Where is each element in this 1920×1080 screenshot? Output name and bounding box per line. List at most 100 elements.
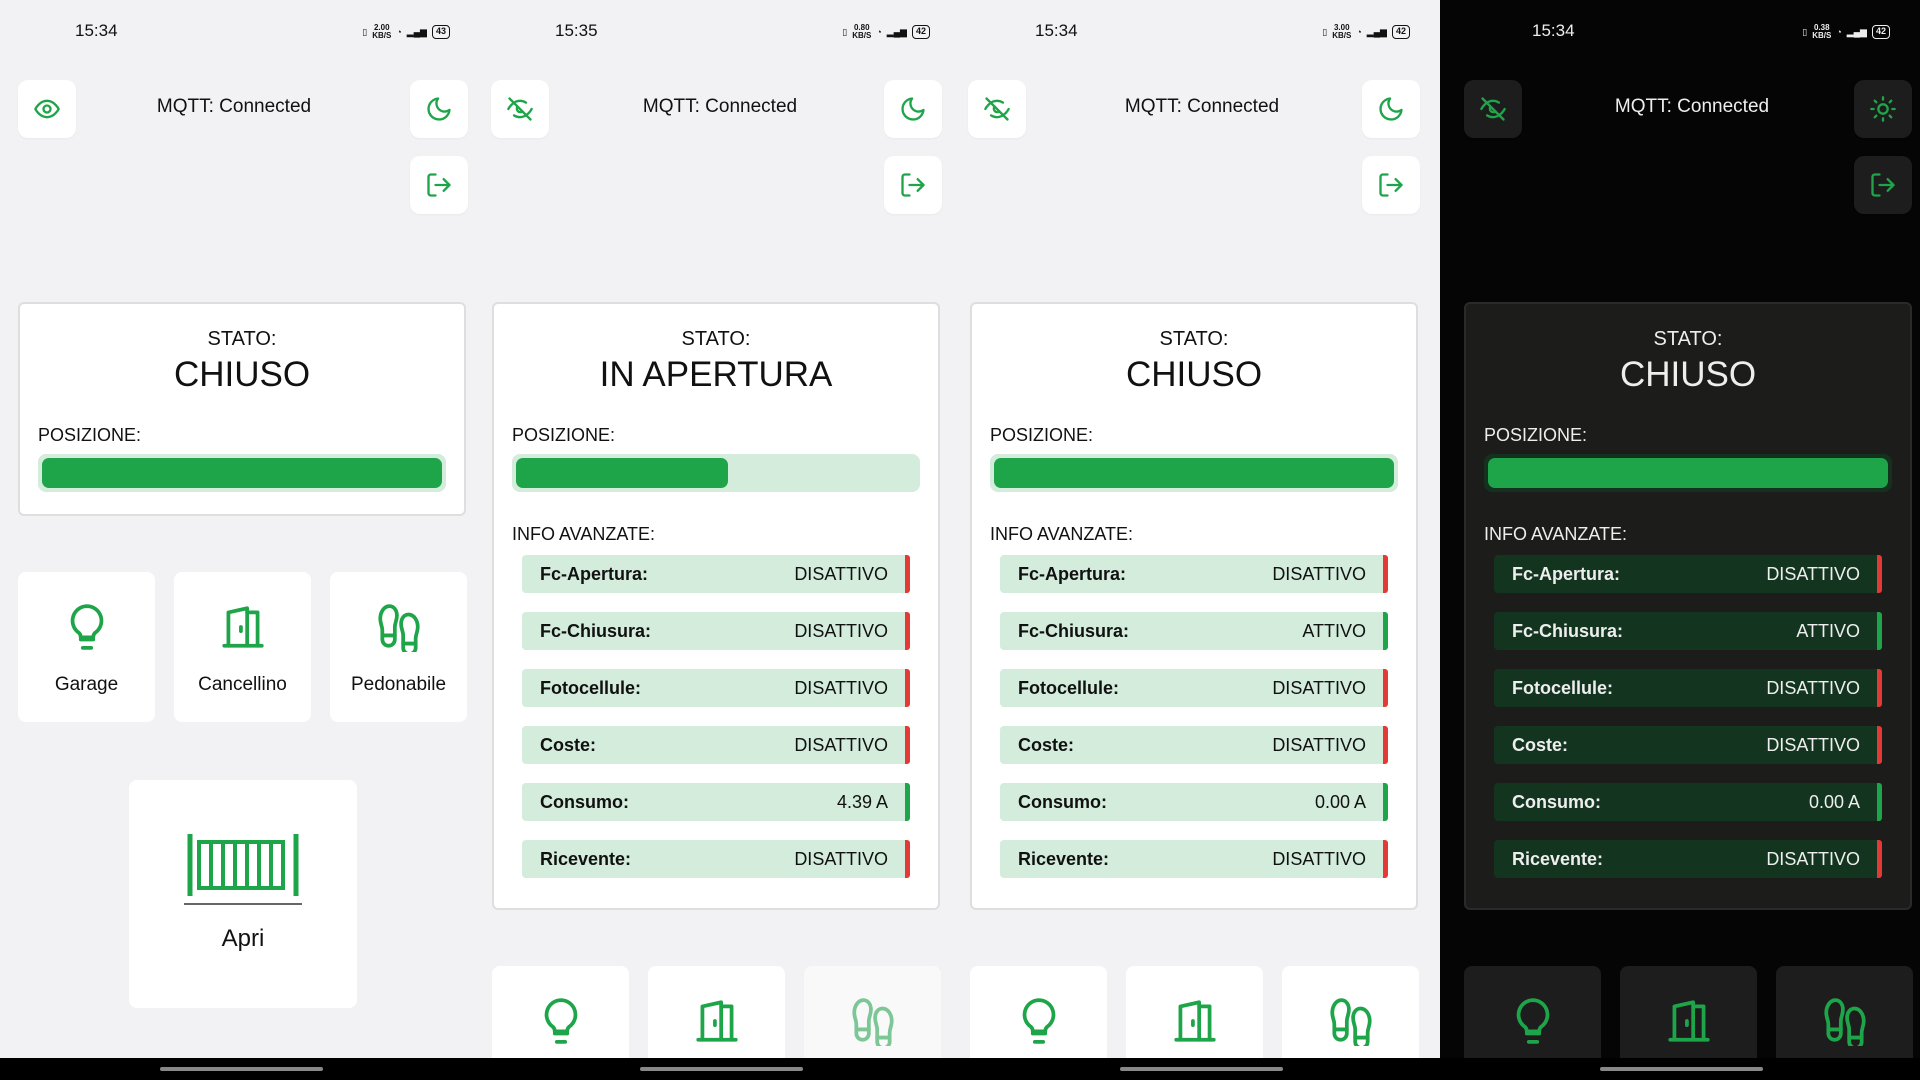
stato-value: CHIUSO	[173, 355, 311, 394]
info-row: Fc-Chiusura: ATTIVO	[1494, 612, 1882, 650]
signal-icon: ▂▄▆	[1846, 26, 1867, 37]
info-status-edge	[1877, 726, 1882, 764]
info-avanzate-label: INFO AVANZATE:	[512, 524, 656, 544]
gesture-bar	[1440, 1058, 1920, 1080]
info-row: Consumo: 0.00 A	[1494, 783, 1882, 821]
info-key: Fc-Chiusura:	[1018, 620, 1130, 641]
status-card: STATO: CHIUSO POSIZIONE: INFO AVANZATE: …	[970, 302, 1418, 910]
logout-button[interactable]	[1362, 156, 1420, 214]
net-speed-unit: KB/S	[1812, 31, 1832, 40]
info-value: DISATTIVO	[1272, 677, 1366, 698]
info-row: Fotocellule: DISATTIVO	[522, 669, 910, 707]
gesture-bar	[960, 1058, 1440, 1080]
door-icon	[1667, 1000, 1710, 1042]
info-value: ATTIVO	[1796, 620, 1860, 641]
moon-icon	[427, 97, 451, 121]
position-bar	[990, 454, 1398, 492]
wifi-icon: ◔	[1836, 27, 1842, 37]
gesture-bar	[480, 1058, 960, 1080]
info-key: Fc-Apertura:	[540, 563, 649, 584]
info-list: Fc-Apertura: DISATTIVO Fc-Chiusura: ATTIVO F…	[1466, 555, 1910, 878]
info-status-edge	[1877, 669, 1882, 707]
logout-button[interactable]	[884, 156, 942, 214]
info-value: DISATTIVO	[794, 734, 888, 755]
tile-pedonabile[interactable]: Pedonabile	[330, 572, 467, 722]
phone-screen-3: 15:34 ▯ 3.00 KB/S ◔ ▂▄▆ 42 MQTT: Connecte…	[960, 0, 1440, 1080]
info-row: Fotocellule: DISATTIVO	[1000, 669, 1388, 707]
theme-toggle-button[interactable]	[884, 80, 942, 138]
logout-button[interactable]	[410, 156, 468, 214]
battery-indicator: 43	[431, 25, 450, 39]
info-key: Fotocellule:	[1018, 677, 1120, 698]
stato-value: IN APERTURA	[599, 355, 833, 394]
mqtt-status: MQTT: Connected	[1614, 96, 1770, 117]
info-row: Ricevente: DISATTIVO	[1494, 840, 1882, 878]
stato-value: CHIUSO	[1125, 355, 1263, 394]
home-indicator[interactable]	[640, 1067, 803, 1071]
info-status-edge	[905, 555, 910, 593]
theme-toggle-button[interactable]	[1362, 80, 1420, 138]
info-value: DISATTIVO	[1766, 734, 1860, 755]
home-indicator[interactable]	[1120, 1067, 1283, 1071]
theme-toggle-button[interactable]	[1854, 80, 1912, 138]
info-row: Fc-Chiusura: ATTIVO	[1000, 612, 1388, 650]
info-status-edge	[1877, 840, 1882, 878]
door-icon	[1173, 1000, 1216, 1042]
info-status-edge	[1877, 783, 1882, 821]
net-speed-unit: KB/S	[852, 31, 872, 40]
status-bar: 15:34 ▯ 2.00 KB/S ◔ ▂▄▆ 43	[0, 18, 480, 46]
logout-button[interactable]	[1854, 156, 1912, 214]
tile-label: Garage	[54, 674, 119, 695]
home-indicator[interactable]	[160, 1067, 323, 1071]
theme-toggle-button[interactable]	[410, 80, 468, 138]
footprints-icon	[1823, 998, 1866, 1046]
position-bar-fill	[516, 458, 728, 488]
status-time: 15:34	[75, 21, 118, 40]
battery-indicator: 42	[1391, 25, 1410, 39]
moon-icon	[901, 97, 925, 121]
info-key: Consumo:	[540, 791, 629, 812]
position-bar-fill	[1488, 458, 1888, 488]
info-key: Coste:	[540, 734, 597, 755]
footprints-icon	[1329, 998, 1372, 1046]
signal-icon: ▂▄▆	[406, 26, 427, 37]
door-icon	[695, 1000, 738, 1042]
info-key: Fotocellule:	[1512, 677, 1614, 698]
net-speed-unit: KB/S	[1332, 31, 1352, 40]
info-row: Fc-Apertura: DISATTIVO	[1000, 555, 1388, 593]
logout-icon	[1379, 173, 1403, 197]
info-status-edge	[905, 669, 910, 707]
info-list: Fc-Apertura: DISATTIVO Fc-Chiusura: DISATTI…	[494, 555, 938, 878]
info-status-edge	[1383, 726, 1388, 764]
lightbulb-icon	[544, 998, 577, 1044]
signal-icon: ▂▄▆	[1366, 26, 1387, 37]
footprints-icon	[377, 604, 420, 652]
info-key: Fc-Chiusura:	[540, 620, 652, 641]
info-row: Ricevente: DISATTIVO	[1000, 840, 1388, 878]
battery-indicator: 42	[1871, 25, 1890, 39]
info-row: Fc-Chiusura: DISATTIVO	[522, 612, 910, 650]
info-status-edge	[1383, 555, 1388, 593]
info-value: DISATTIVO	[794, 677, 888, 698]
info-status-edge	[905, 783, 910, 821]
position-bar-fill	[42, 458, 442, 488]
info-status-edge	[905, 726, 910, 764]
info-status-edge	[1877, 555, 1882, 593]
apri-button[interactable]: Apri	[129, 780, 357, 1008]
tile-cancellino[interactable]: Cancellino	[174, 572, 311, 722]
stato-label: STATO:	[207, 328, 277, 350]
vibrate-icon: ▯	[1802, 26, 1808, 37]
info-status-edge	[1383, 783, 1388, 821]
info-status-edge	[1877, 612, 1882, 650]
info-row: Coste: DISATTIVO	[1494, 726, 1882, 764]
gate-icon	[184, 834, 302, 905]
stato-label: STATO:	[1159, 328, 1229, 350]
tile-garage[interactable]: Garage	[18, 572, 155, 722]
net-speed-unit: KB/S	[372, 31, 392, 40]
info-value: DISATTIVO	[794, 620, 888, 641]
status-time: 15:34	[1532, 21, 1575, 40]
home-indicator[interactable]	[1600, 1067, 1763, 1071]
info-key: Fotocellule:	[540, 677, 642, 698]
status-card: STATO: CHIUSO POSIZIONE:	[18, 302, 466, 516]
vibrate-icon: ▯	[362, 26, 368, 37]
